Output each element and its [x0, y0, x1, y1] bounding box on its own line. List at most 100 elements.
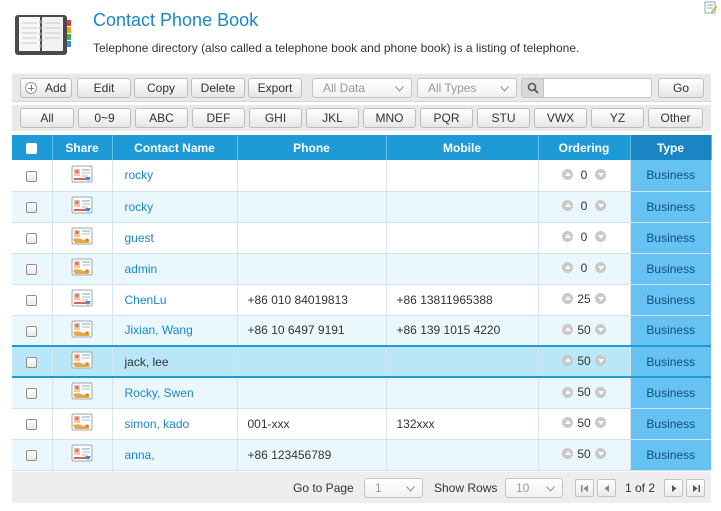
- type-filter-select[interactable]: All Types: [417, 78, 517, 98]
- copy-button[interactable]: Copy: [134, 78, 188, 98]
- row-checkbox[interactable]: [26, 418, 38, 430]
- add-button[interactable]: Add: [20, 78, 72, 98]
- alpha-filter-yz[interactable]: YZ: [591, 108, 644, 128]
- contact-card-icon[interactable]: [71, 196, 93, 217]
- first-page-button[interactable]: [575, 479, 594, 497]
- alpha-filter-0-9[interactable]: 0~9: [78, 108, 131, 128]
- table-row[interactable]: jack, lee 50 Business: [12, 345, 711, 378]
- alpha-filter-all[interactable]: All: [20, 108, 74, 128]
- order-up-icon[interactable]: [562, 231, 573, 243]
- row-checkbox[interactable]: [26, 263, 38, 275]
- order-down-icon[interactable]: [595, 386, 606, 398]
- alpha-filter-pqr[interactable]: PQR: [420, 108, 473, 128]
- select-all-checkbox[interactable]: [26, 142, 38, 154]
- contact-card-icon[interactable]: [71, 289, 93, 310]
- order-up-icon[interactable]: [562, 262, 573, 274]
- order-down-icon[interactable]: [595, 448, 606, 460]
- data-filter-select[interactable]: All Data: [312, 78, 412, 98]
- order-up-icon[interactable]: [562, 200, 573, 212]
- table-row[interactable]: guest 0 Business: [12, 222, 711, 254]
- last-page-button[interactable]: [686, 479, 705, 497]
- contact-name-link[interactable]: Jixian, Wang: [112, 315, 238, 347]
- order-down-icon[interactable]: [595, 262, 606, 274]
- row-checkbox[interactable]: [26, 294, 38, 306]
- row-checkbox[interactable]: [26, 388, 38, 400]
- contact-name-link[interactable]: simon, kado: [112, 408, 238, 440]
- order-down-icon[interactable]: [595, 231, 606, 243]
- order-up-icon[interactable]: [562, 355, 573, 367]
- shared-contact-icon[interactable]: [71, 382, 93, 403]
- column-header-mobile[interactable]: Mobile: [386, 135, 539, 160]
- table-row[interactable]: simon, kado 001-xxx 132xxx 50 Business: [12, 408, 711, 440]
- contact-name-link[interactable]: anna,: [112, 439, 238, 471]
- row-checkbox[interactable]: [26, 325, 38, 337]
- row-select-cell: [12, 160, 53, 192]
- order-down-icon[interactable]: [595, 169, 606, 180]
- previous-page-button[interactable]: [597, 479, 616, 497]
- export-button[interactable]: Export: [248, 78, 302, 98]
- alpha-filter-ghi[interactable]: GHI: [249, 108, 302, 128]
- edit-note-icon[interactable]: [704, 1, 717, 14]
- shared-contact-icon[interactable]: [71, 320, 93, 341]
- order-down-icon[interactable]: [595, 324, 606, 335]
- column-header-phone[interactable]: Phone: [237, 135, 387, 160]
- table-row[interactable]: rocky 0 Business: [12, 191, 711, 223]
- table-row[interactable]: ChenLu +86 010 84019813 +86 13811965388 25 B…: [12, 284, 711, 316]
- contact-name-link[interactable]: Rocky, Swen: [112, 377, 238, 409]
- row-checkbox[interactable]: [26, 232, 38, 244]
- contact-name-link[interactable]: admin: [112, 253, 238, 285]
- table-row[interactable]: Jixian, Wang +86 10 6497 9191 +86 139 1015…: [12, 315, 711, 347]
- delete-button[interactable]: Delete: [191, 78, 245, 98]
- order-up-icon[interactable]: [562, 417, 573, 429]
- search-input[interactable]: [545, 79, 650, 97]
- shared-contact-icon[interactable]: [71, 227, 93, 248]
- row-checkbox[interactable]: [26, 449, 38, 461]
- row-checkbox[interactable]: [26, 170, 38, 182]
- alpha-filter-stu[interactable]: STU: [477, 108, 530, 128]
- contact-name-link[interactable]: ChenLu: [112, 284, 238, 316]
- contact-card-icon[interactable]: [71, 444, 93, 465]
- column-header-share[interactable]: Share: [52, 135, 113, 160]
- contact-name-link[interactable]: rocky: [112, 191, 238, 223]
- column-header-name[interactable]: Contact Name: [112, 135, 238, 160]
- type-filter-value: All Types: [428, 81, 477, 95]
- order-up-icon[interactable]: [562, 169, 573, 180]
- contact-name-link[interactable]: rocky: [112, 160, 238, 192]
- order-up-icon[interactable]: [562, 448, 573, 460]
- table-row[interactable]: rocky 0 Business: [12, 160, 711, 192]
- row-checkbox[interactable]: [26, 201, 38, 213]
- go-button[interactable]: Go: [658, 78, 704, 98]
- order-up-icon[interactable]: [562, 324, 573, 335]
- ordering-cell: 50: [538, 315, 631, 347]
- table-row[interactable]: admin 0 Business: [12, 253, 711, 285]
- order-up-icon[interactable]: [562, 386, 573, 398]
- contact-name-link[interactable]: jack, lee: [112, 345, 238, 378]
- rows-per-page-select[interactable]: 10: [505, 478, 563, 498]
- contact-card-icon[interactable]: [71, 165, 93, 186]
- table-row[interactable]: anna, +86 123456789 50 Business: [12, 439, 711, 471]
- order-down-icon[interactable]: [595, 293, 606, 305]
- alpha-filter-abc[interactable]: ABC: [135, 108, 188, 128]
- table-row[interactable]: Rocky, Swen 50 Business: [12, 377, 711, 409]
- alpha-filter-vwx[interactable]: VWX: [534, 108, 587, 128]
- edit-button[interactable]: Edit: [77, 78, 131, 98]
- alpha-filter-mno[interactable]: MNO: [363, 108, 416, 128]
- row-checkbox[interactable]: [26, 356, 38, 368]
- mobile-cell: [386, 439, 539, 471]
- order-down-icon[interactable]: [595, 417, 606, 429]
- next-page-button[interactable]: [664, 479, 683, 497]
- alpha-filter-def[interactable]: DEF: [192, 108, 245, 128]
- shared-contact-icon[interactable]: [71, 413, 93, 434]
- column-header-type[interactable]: Type: [630, 135, 712, 160]
- type-cell: Business: [630, 222, 711, 254]
- alpha-filter-other[interactable]: Other: [648, 108, 703, 128]
- column-header-ordering[interactable]: Ordering: [538, 135, 631, 160]
- order-down-icon[interactable]: [595, 200, 606, 212]
- order-down-icon[interactable]: [595, 355, 606, 367]
- shared-contact-icon[interactable]: [71, 258, 93, 279]
- shared-contact-icon[interactable]: [71, 351, 93, 372]
- contact-name-link[interactable]: guest: [112, 222, 238, 254]
- order-up-icon[interactable]: [562, 293, 573, 305]
- alpha-filter-jkl[interactable]: JKL: [306, 108, 359, 128]
- page-number-select[interactable]: 1: [364, 478, 423, 498]
